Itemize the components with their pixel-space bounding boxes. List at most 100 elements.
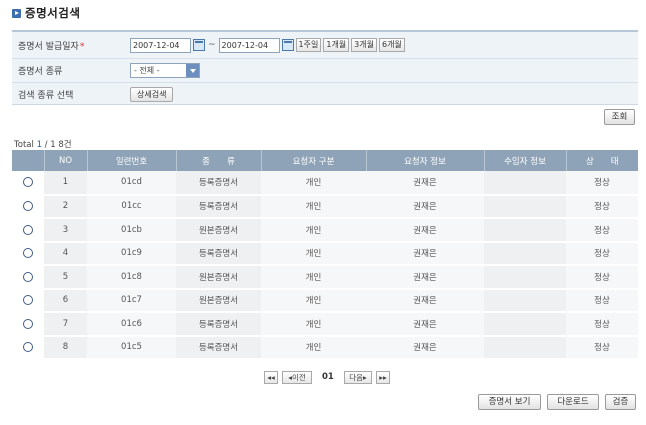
date-label: 증명서 발급일자*	[18, 41, 85, 52]
radio-cell[interactable]	[12, 194, 44, 219]
row-requester-type: 개인	[261, 171, 366, 196]
detail-row: 검색 종류 선택 상세검색	[12, 82, 638, 106]
row-kind: 등록증명서	[176, 335, 261, 360]
row-no: 7	[44, 312, 87, 337]
row-requester-type: 개인	[261, 194, 366, 219]
row-kind: 등록증명서	[176, 171, 261, 196]
row-requester-info: 권재은	[366, 218, 484, 243]
radio-cell[interactable]	[12, 265, 44, 290]
row-status: 정상	[566, 335, 638, 360]
row-serial: 01c9	[87, 241, 176, 266]
row-requester-info: 권재은	[366, 171, 484, 196]
title-bullet-icon	[12, 8, 21, 18]
type-select[interactable]: - 전체 -	[130, 63, 200, 78]
table-row[interactable]: 8 01c5 등록증명서 개인 권재은 정상	[12, 335, 638, 360]
query-button[interactable]: 조회	[604, 109, 635, 125]
current-page[interactable]: 01	[322, 371, 334, 384]
detail-search-button[interactable]: 상세검색	[130, 87, 174, 102]
page-title: 증명서검색	[25, 6, 81, 20]
period-6month-button[interactable]: 6개월	[378, 38, 405, 52]
row-status: 정상	[566, 218, 638, 243]
period-3month-button[interactable]: 3개월	[351, 38, 377, 52]
col-status: 상 태	[566, 150, 638, 171]
row-status: 정상	[566, 265, 638, 290]
table-row[interactable]: 5 01c8 원본증명서 개인 권재은 정상	[12, 265, 638, 290]
row-no: 4	[44, 241, 87, 266]
table-row[interactable]: 4 01c9 등록증명서 개인 권재은 정상	[12, 241, 638, 266]
col-kind: 종 류	[176, 150, 262, 171]
last-page-button[interactable]: ▸▸	[376, 371, 390, 384]
period-1month-button[interactable]: 1개월	[323, 38, 350, 52]
row-radio[interactable]	[23, 177, 33, 187]
row-status: 정상	[566, 288, 638, 313]
date-row: 증명서 발급일자* 2007-12-04 ~ 2007-12-04 1주일 1개…	[12, 33, 638, 57]
first-page-button[interactable]: ◂◂	[264, 371, 278, 384]
date-from-input[interactable]: 2007-12-04	[130, 37, 191, 53]
detail-label: 검색 종류 선택	[18, 91, 74, 101]
table-row[interactable]: 7 01c6 등록증명서 개인 권재은 정상	[12, 312, 638, 337]
row-serial: 01c7	[87, 288, 176, 313]
prev-page-button[interactable]: ◂이전	[282, 371, 312, 384]
row-kind: 원본증명서	[176, 265, 261, 290]
row-agent-info	[484, 194, 566, 219]
radio-cell[interactable]	[12, 288, 44, 313]
col-select	[12, 150, 45, 171]
row-serial: 01c5	[87, 335, 176, 360]
row-requester-info: 권재은	[366, 335, 484, 360]
row-radio[interactable]	[23, 224, 33, 235]
type-select-value: - 전체 -	[134, 66, 160, 75]
period-1week-button[interactable]: 1주일	[295, 38, 322, 52]
radio-cell[interactable]	[12, 241, 44, 266]
calendar-icon[interactable]	[193, 39, 205, 51]
col-agent-info: 수임자 정보	[484, 150, 567, 171]
row-serial: 01cd	[87, 171, 176, 196]
row-radio[interactable]	[23, 342, 33, 352]
view-certificate-button[interactable]: 증명서 보기	[478, 394, 541, 410]
row-radio[interactable]	[23, 271, 33, 282]
row-requester-info: 권재은	[366, 312, 484, 337]
row-no: 8	[44, 335, 87, 360]
page-title-bar: 증명서검색	[12, 5, 80, 21]
date-separator: ~	[208, 40, 216, 50]
pagination: ◂◂ ◂이전 01 다음▸ ▸▸	[0, 371, 646, 385]
row-radio[interactable]	[23, 248, 33, 258]
row-status: 정상	[566, 171, 638, 196]
table-header: NO 일련번호 종 류 요청자 구분 요청자 정보 수임자 정보 상 태	[12, 150, 638, 171]
radio-cell[interactable]	[12, 312, 44, 337]
row-no: 6	[44, 288, 87, 313]
row-agent-info	[484, 218, 566, 243]
type-label: 증명서 종류	[18, 67, 63, 77]
row-no: 2	[44, 194, 87, 219]
row-requester-type: 개인	[261, 335, 366, 360]
radio-cell[interactable]	[12, 171, 44, 196]
row-kind: 등록증명서	[176, 241, 261, 266]
col-requester-type: 요청자 구분	[261, 150, 367, 171]
date-to-input[interactable]: 2007-12-04	[218, 37, 280, 53]
download-button[interactable]: 다운로드	[547, 394, 599, 410]
verify-button[interactable]: 검증	[605, 394, 636, 410]
row-requester-info: 권재은	[366, 288, 484, 313]
col-serial: 일련번호	[87, 150, 177, 171]
table-row[interactable]: 6 01c7 원본증명서 개인 권재은 정상	[12, 288, 638, 313]
row-kind: 원본증명서	[176, 218, 261, 243]
row-no: 5	[44, 265, 87, 290]
radio-cell[interactable]	[12, 218, 44, 243]
calendar-icon[interactable]	[281, 39, 294, 51]
row-status: 정상	[566, 194, 638, 219]
table-row[interactable]: 2 01cc 등록증명서 개인 권재은 정상	[12, 194, 638, 219]
row-radio[interactable]	[23, 295, 33, 305]
row-serial: 01cc	[87, 194, 176, 219]
row-radio[interactable]	[23, 201, 33, 211]
col-no: NO	[44, 150, 88, 171]
row-radio[interactable]	[23, 318, 33, 329]
row-serial: 01c6	[87, 312, 176, 337]
row-requester-type: 개인	[261, 288, 366, 313]
row-no: 3	[44, 218, 87, 243]
table-row[interactable]: 1 01cd 등록증명서 개인 권재은 정상	[12, 171, 638, 196]
next-page-button[interactable]: 다음▸	[344, 371, 372, 384]
table-row[interactable]: 3 01cb 원본증명서 개인 권재은 정상	[12, 218, 638, 243]
radio-cell[interactable]	[12, 335, 44, 360]
row-requester-type: 개인	[261, 241, 366, 266]
chevron-down-icon[interactable]	[186, 64, 199, 77]
required-mark: *	[79, 41, 85, 52]
